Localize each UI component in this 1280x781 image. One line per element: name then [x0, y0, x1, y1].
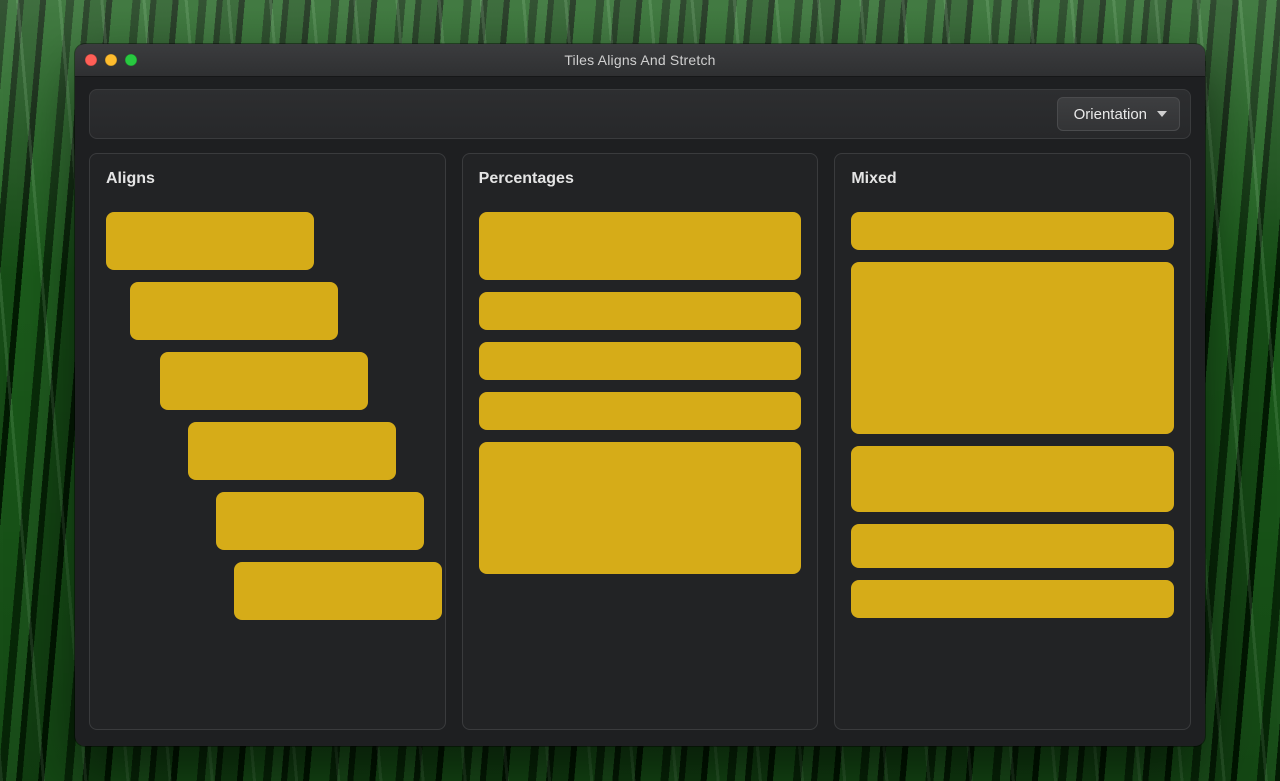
tile: [130, 282, 338, 340]
tile: [479, 212, 802, 280]
tile: [234, 562, 442, 620]
panel-percentages: Percentages: [462, 153, 819, 730]
tile: [160, 352, 368, 410]
close-icon[interactable]: [85, 54, 97, 66]
tile: [106, 212, 314, 270]
panel-mixed-body: [851, 212, 1174, 713]
tile: [479, 392, 802, 430]
orientation-dropdown-label: Orientation: [1074, 106, 1147, 123]
panel-mixed: Mixed: [834, 153, 1191, 730]
tile: [851, 446, 1174, 512]
chevron-down-icon: [1157, 111, 1167, 117]
panel-aligns: Aligns: [89, 153, 446, 730]
panel-mixed-title: Mixed: [851, 170, 1174, 188]
zoom-icon[interactable]: [125, 54, 137, 66]
window-title: Tiles Aligns And Stretch: [564, 52, 715, 68]
minimize-icon[interactable]: [105, 54, 117, 66]
tile: [479, 292, 802, 330]
orientation-dropdown[interactable]: Orientation: [1057, 97, 1180, 131]
tile: [851, 212, 1174, 250]
panel-percentages-title: Percentages: [479, 170, 802, 188]
traffic-lights: [85, 44, 137, 76]
panel-aligns-title: Aligns: [106, 170, 429, 188]
tile: [216, 492, 424, 550]
tile: [479, 442, 802, 574]
tile: [479, 342, 802, 380]
panel-percentages-body: [479, 212, 802, 713]
titlebar[interactable]: Tiles Aligns And Stretch: [75, 44, 1205, 77]
tile: [188, 422, 396, 480]
app-window: Tiles Aligns And Stretch Orientation Ali…: [75, 44, 1205, 746]
tile: [851, 524, 1174, 568]
toolbar: Orientation: [89, 89, 1191, 139]
panel-aligns-body: [106, 212, 429, 713]
tile: [851, 262, 1174, 434]
tile: [851, 580, 1174, 618]
content-area: Aligns Percentages Mixed: [75, 139, 1205, 746]
